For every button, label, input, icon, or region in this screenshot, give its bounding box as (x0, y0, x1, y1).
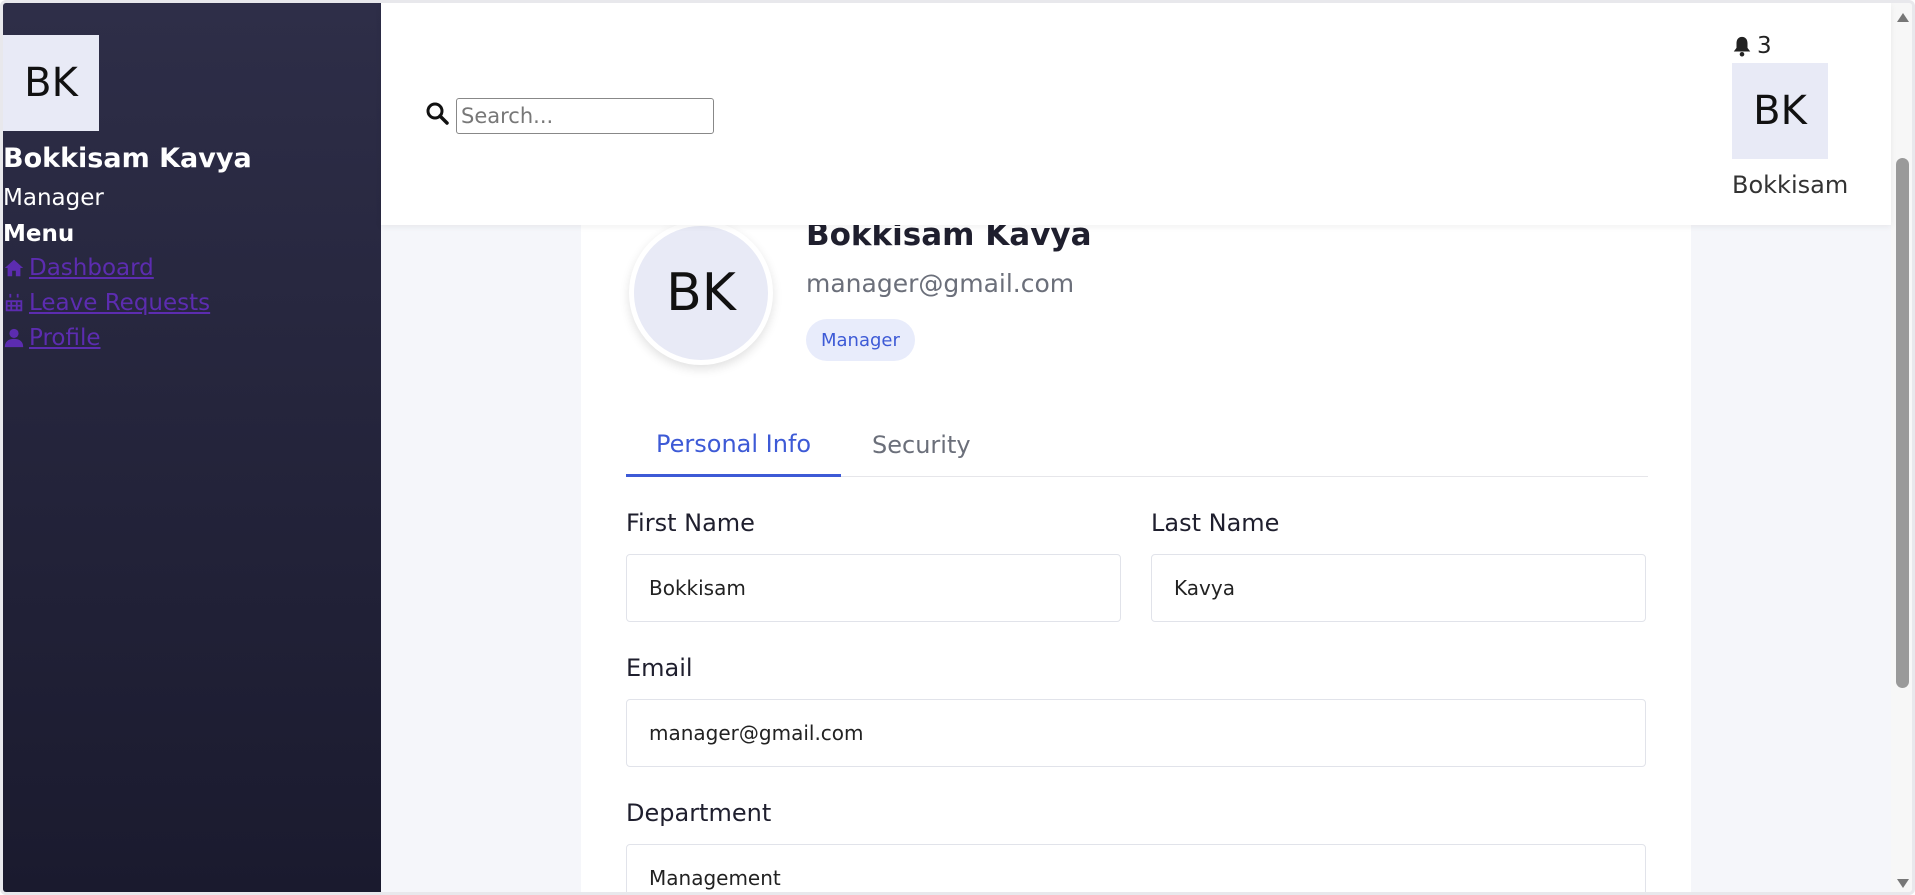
department-label: Department (626, 799, 772, 827)
sidebar-item-leave-requests[interactable]: Leave Requests (3, 290, 210, 316)
notification-count: 3 (1757, 33, 1772, 59)
sidebar-user-name: Bokkisam Kavya (3, 143, 252, 174)
scroll-up-arrow-icon[interactable] (1897, 13, 1909, 22)
email-field[interactable] (626, 699, 1646, 767)
calendar-icon (5, 293, 23, 312)
profile-card: BK Bokkisam Kavya manager@gmail.com Mana… (581, 153, 1691, 892)
search-icon (426, 102, 449, 125)
header-user-name: Bokkisam (1732, 171, 1849, 199)
sidebar-menu-title: Menu (3, 221, 75, 247)
last-name-field[interactable] (1151, 554, 1646, 622)
first-name-label: First Name (626, 509, 755, 537)
notifications-button[interactable]: 3 (1731, 33, 1772, 59)
sidebar-avatar: BK (3, 35, 99, 131)
scrollbar-thumb[interactable] (1896, 158, 1909, 688)
profile-tabs: Personal Info Security (626, 413, 1648, 477)
bell-icon (1733, 36, 1751, 57)
sidebar-item-dashboard[interactable]: Dashboard (3, 255, 154, 281)
sidebar-item-label: Leave Requests (29, 290, 211, 316)
app-window: BK Bokkisam Kavya Manager Menu Dashboard… (0, 0, 1915, 895)
department-field[interactable] (626, 844, 1646, 892)
sidebar-item-label: Profile (29, 325, 101, 351)
sidebar-user-role: Manager (3, 185, 104, 211)
user-icon (4, 328, 24, 348)
role-badge: Manager (806, 319, 915, 361)
email-label: Email (626, 654, 693, 682)
tab-personal-info[interactable]: Personal Info (626, 413, 842, 477)
home-icon (4, 259, 24, 277)
profile-avatar: BK (629, 221, 773, 365)
profile-email: manager@gmail.com (806, 269, 1075, 298)
sidebar-item-label: Dashboard (29, 255, 154, 281)
search-input[interactable] (456, 98, 714, 134)
scroll-down-arrow-icon[interactable] (1897, 879, 1909, 888)
last-name-label: Last Name (1151, 509, 1280, 537)
top-header: 3 BK Bokkisam (381, 3, 1891, 225)
sidebar: BK Bokkisam Kavya Manager Menu Dashboard… (3, 3, 381, 892)
header-avatar[interactable]: BK (1732, 63, 1828, 159)
tab-security[interactable]: Security (872, 413, 971, 477)
first-name-field[interactable] (626, 554, 1121, 622)
page-scrollbar[interactable] (1891, 3, 1912, 892)
sidebar-item-profile[interactable]: Profile (3, 325, 101, 351)
